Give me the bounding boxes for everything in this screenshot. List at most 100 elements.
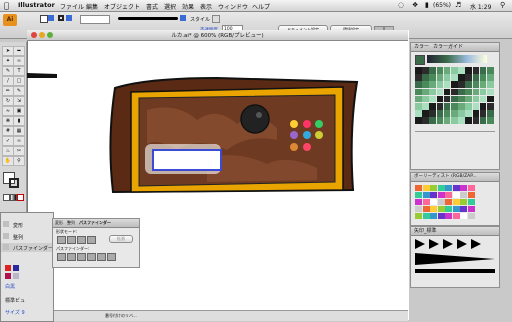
color-dot[interactable] — [303, 120, 311, 128]
rectangle-tool-icon[interactable]: □ — [13, 76, 25, 86]
label-black-white[interactable]: 白黒 — [5, 283, 15, 290]
crop-icon[interactable] — [87, 253, 96, 261]
menu-window[interactable]: ウィンドウ — [218, 2, 248, 11]
library-swatch[interactable] — [415, 213, 422, 219]
guide-swatch[interactable] — [487, 95, 494, 103]
guide-swatch[interactable] — [465, 117, 472, 124]
blend-tool-icon[interactable]: ∞ — [13, 136, 25, 146]
merge-icon[interactable] — [77, 253, 86, 261]
library-swatch[interactable] — [445, 213, 452, 219]
scale-tool-icon[interactable]: ⇲ — [13, 96, 25, 106]
guide-swatch[interactable] — [429, 95, 436, 103]
guide-swatch[interactable] — [458, 95, 465, 103]
tab-color-guide[interactable]: カラーガイド — [433, 43, 463, 51]
menu-file[interactable]: ファイル — [60, 2, 84, 11]
guide-swatch[interactable] — [436, 88, 444, 96]
guide-swatch[interactable] — [436, 67, 444, 74]
screen-rectangle[interactable] — [152, 149, 222, 171]
guide-swatch[interactable] — [429, 110, 436, 117]
panel-item-align[interactable]: 整列 — [13, 234, 23, 241]
guide-swatch[interactable] — [465, 67, 472, 74]
library-swatch[interactable] — [430, 185, 437, 191]
guide-swatch[interactable] — [429, 67, 436, 74]
guide-swatch[interactable] — [451, 67, 458, 74]
battery-icon[interactable]: ▮ — [425, 1, 429, 9]
guide-swatch[interactable] — [422, 103, 429, 110]
guide-swatch[interactable] — [443, 74, 451, 81]
guide-swatch[interactable] — [451, 110, 458, 117]
guide-swatch[interactable] — [415, 117, 422, 124]
library-swatch[interactable] — [467, 199, 475, 205]
panel-item-transform[interactable]: 変形 — [13, 222, 23, 229]
guide-swatch[interactable] — [458, 88, 465, 96]
guide-swatch[interactable] — [465, 81, 472, 88]
library-swatch[interactable] — [430, 192, 437, 198]
guide-swatch[interactable] — [458, 74, 465, 81]
guide-swatch[interactable] — [443, 95, 451, 103]
label-size[interactable]: サイズ 9 — [5, 309, 25, 316]
guide-swatch[interactable] — [436, 110, 444, 117]
library-swatch[interactable] — [452, 206, 460, 212]
guide-swatch[interactable] — [451, 88, 458, 96]
library-swatch[interactable] — [430, 213, 437, 219]
arrowhead-icon[interactable] — [471, 239, 481, 249]
menu-edit[interactable]: 編集 — [86, 2, 98, 11]
library-swatch[interactable] — [452, 213, 460, 219]
stroke-weight-field[interactable] — [80, 15, 110, 24]
library-swatch[interactable] — [445, 206, 452, 212]
guide-swatch[interactable] — [487, 74, 494, 81]
guide-swatch[interactable] — [443, 110, 451, 117]
artboard-canvas[interactable] — [27, 40, 408, 310]
library-swatch[interactable] — [415, 192, 422, 198]
stroke-color-box[interactable] — [9, 178, 19, 188]
library-swatch[interactable] — [422, 199, 430, 205]
library-swatch[interactable] — [437, 213, 445, 219]
guide-swatch[interactable] — [479, 117, 487, 124]
tab-color[interactable]: カラー — [414, 43, 429, 51]
guide-swatch[interactable] — [465, 74, 472, 81]
brush-preview[interactable] — [118, 17, 178, 20]
library-swatch[interactable] — [467, 185, 475, 191]
library-swatch[interactable] — [452, 199, 460, 205]
guide-swatch[interactable] — [415, 67, 422, 74]
guide-swatch[interactable] — [415, 95, 422, 103]
color-dot[interactable] — [290, 120, 298, 128]
guide-swatch[interactable] — [429, 117, 436, 124]
guide-swatch[interactable] — [487, 81, 494, 88]
trim-icon[interactable] — [67, 253, 76, 261]
guide-swatch[interactable] — [472, 103, 480, 110]
library-swatch[interactable] — [467, 192, 475, 198]
guide-swatch[interactable] — [458, 103, 465, 110]
guide-swatch[interactable] — [422, 95, 429, 103]
library-swatch[interactable] — [460, 192, 467, 198]
guide-swatch[interactable] — [422, 81, 429, 88]
color-guide-grid[interactable] — [415, 67, 495, 127]
guide-swatch[interactable] — [487, 103, 494, 110]
label-standard-view[interactable]: 標準ビュ — [5, 297, 25, 304]
guide-swatch[interactable] — [479, 88, 487, 96]
guide-swatch[interactable] — [415, 103, 422, 110]
guide-swatch[interactable] — [479, 110, 487, 117]
guide-swatch[interactable] — [479, 95, 487, 103]
library-swatch[interactable] — [460, 206, 467, 212]
harmony-bar[interactable] — [427, 55, 487, 63]
minus-back-icon[interactable] — [107, 253, 116, 261]
guide-swatch[interactable] — [465, 103, 472, 110]
library-swatch[interactable] — [445, 199, 452, 205]
bluetooth-icon[interactable]: ❖ — [412, 1, 418, 9]
spotlight-icon[interactable]: ⚲ — [500, 1, 505, 9]
guide-swatch[interactable] — [465, 110, 472, 117]
library-swatch[interactable] — [445, 192, 452, 198]
guide-swatch[interactable] — [458, 110, 465, 117]
library-swatch[interactable] — [422, 213, 430, 219]
guide-swatch[interactable] — [479, 81, 487, 88]
library-swatch[interactable] — [415, 185, 422, 191]
expand-button[interactable]: 拡張 — [109, 235, 133, 243]
guide-swatch[interactable] — [436, 103, 444, 110]
none-mode-icon[interactable] — [17, 194, 24, 201]
color-dot[interactable] — [290, 143, 298, 151]
guide-swatch[interactable] — [472, 67, 480, 74]
stroke-preview[interactable] — [415, 269, 495, 273]
library-swatch[interactable] — [452, 192, 460, 198]
guide-swatch[interactable] — [472, 74, 480, 81]
